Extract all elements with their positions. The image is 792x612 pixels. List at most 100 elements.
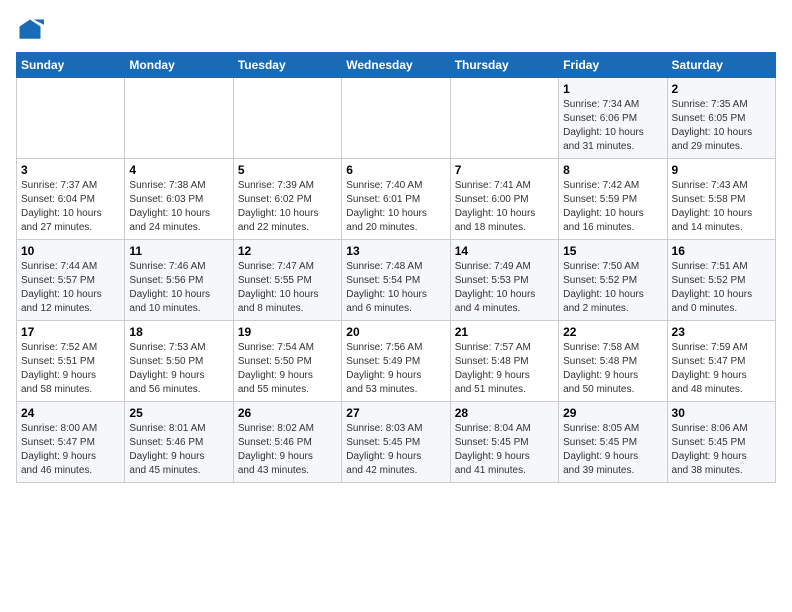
calendar-cell bbox=[342, 78, 450, 159]
day-info: Sunrise: 7:37 AM Sunset: 6:04 PM Dayligh… bbox=[21, 179, 120, 235]
calendar-cell: 5 Sunrise: 7:39 AM Sunset: 6:02 PM Daylig… bbox=[233, 159, 341, 240]
day-number: 29 bbox=[563, 406, 662, 420]
day-number: 3 bbox=[21, 163, 120, 177]
weekday-header-row: SundayMondayTuesdayWednesdayThursdayFrid… bbox=[17, 53, 776, 78]
day-info: Sunrise: 7:43 AM Sunset: 5:58 PM Dayligh… bbox=[672, 179, 771, 235]
calendar-cell: 28Sunrise: 8:04 AM Sunset: 5:45 PM Dayli… bbox=[450, 402, 558, 483]
page-header bbox=[16, 16, 776, 44]
day-number: 7 bbox=[455, 163, 554, 177]
calendar-cell: 6 Sunrise: 7:40 AM Sunset: 6:01 PM Daylig… bbox=[342, 159, 450, 240]
calendar-week-row: 17 Sunrise: 7:52 AM Sunset: 5:51 PM Dayli… bbox=[17, 321, 776, 402]
day-number: 6 bbox=[346, 163, 445, 177]
day-number: 14 bbox=[455, 244, 554, 258]
day-number: 15 bbox=[563, 244, 662, 258]
day-number: 16 bbox=[672, 244, 771, 258]
calendar-cell: 17 Sunrise: 7:52 AM Sunset: 5:51 PM Dayli… bbox=[17, 321, 125, 402]
day-number: 30 bbox=[672, 406, 771, 420]
day-number: 20 bbox=[346, 325, 445, 339]
calendar-week-row: 24Sunrise: 8:00 AM Sunset: 5:47 PM Dayli… bbox=[17, 402, 776, 483]
calendar-cell: 13 Sunrise: 7:48 AM Sunset: 5:54 PM Dayli… bbox=[342, 240, 450, 321]
day-number: 13 bbox=[346, 244, 445, 258]
weekday-header-friday: Friday bbox=[559, 53, 667, 78]
day-info: Sunrise: 8:05 AM Sunset: 5:45 PM Dayligh… bbox=[563, 422, 662, 478]
day-number: 25 bbox=[129, 406, 228, 420]
day-info: Sunrise: 7:56 AM Sunset: 5:49 PM Dayligh… bbox=[346, 341, 445, 397]
calendar-cell: 29 Sunrise: 8:05 AM Sunset: 5:45 PM Dayli… bbox=[559, 402, 667, 483]
day-number: 11 bbox=[129, 244, 228, 258]
weekday-header-saturday: Saturday bbox=[667, 53, 775, 78]
day-number: 19 bbox=[238, 325, 337, 339]
day-info: Sunrise: 7:40 AM Sunset: 6:01 PM Dayligh… bbox=[346, 179, 445, 235]
day-number: 10 bbox=[21, 244, 120, 258]
calendar-week-row: 10 Sunrise: 7:44 AM Sunset: 5:57 PM Dayli… bbox=[17, 240, 776, 321]
weekday-header-tuesday: Tuesday bbox=[233, 53, 341, 78]
weekday-header-wednesday: Wednesday bbox=[342, 53, 450, 78]
weekday-header-monday: Monday bbox=[125, 53, 233, 78]
day-number: 22 bbox=[563, 325, 662, 339]
calendar-cell: 7 Sunrise: 7:41 AM Sunset: 6:00 PM Daylig… bbox=[450, 159, 558, 240]
day-info: Sunrise: 7:53 AM Sunset: 5:50 PM Dayligh… bbox=[129, 341, 228, 397]
day-info: Sunrise: 8:06 AM Sunset: 5:45 PM Dayligh… bbox=[672, 422, 771, 478]
day-number: 23 bbox=[672, 325, 771, 339]
day-number: 24 bbox=[21, 406, 120, 420]
calendar-cell bbox=[233, 78, 341, 159]
day-info: Sunrise: 7:38 AM Sunset: 6:03 PM Dayligh… bbox=[129, 179, 228, 235]
logo-icon bbox=[16, 16, 44, 44]
calendar-body: 1 Sunrise: 7:34 AM Sunset: 6:06 PM Daylig… bbox=[17, 78, 776, 483]
day-info: Sunrise: 7:41 AM Sunset: 6:00 PM Dayligh… bbox=[455, 179, 554, 235]
day-info: Sunrise: 7:35 AM Sunset: 6:05 PM Dayligh… bbox=[672, 98, 771, 154]
calendar-cell: 8 Sunrise: 7:42 AM Sunset: 5:59 PM Daylig… bbox=[559, 159, 667, 240]
calendar-cell: 24Sunrise: 8:00 AM Sunset: 5:47 PM Dayli… bbox=[17, 402, 125, 483]
calendar-header: SundayMondayTuesdayWednesdayThursdayFrid… bbox=[17, 53, 776, 78]
logo bbox=[16, 16, 48, 44]
day-info: Sunrise: 7:49 AM Sunset: 5:53 PM Dayligh… bbox=[455, 260, 554, 316]
calendar-cell: 10 Sunrise: 7:44 AM Sunset: 5:57 PM Dayli… bbox=[17, 240, 125, 321]
calendar-cell: 12Sunrise: 7:47 AM Sunset: 5:55 PM Dayli… bbox=[233, 240, 341, 321]
calendar-week-row: 3 Sunrise: 7:37 AM Sunset: 6:04 PM Daylig… bbox=[17, 159, 776, 240]
day-info: Sunrise: 7:51 AM Sunset: 5:52 PM Dayligh… bbox=[672, 260, 771, 316]
day-info: Sunrise: 7:39 AM Sunset: 6:02 PM Dayligh… bbox=[238, 179, 337, 235]
day-info: Sunrise: 8:04 AM Sunset: 5:45 PM Dayligh… bbox=[455, 422, 554, 478]
day-info: Sunrise: 7:46 AM Sunset: 5:56 PM Dayligh… bbox=[129, 260, 228, 316]
day-info: Sunrise: 7:59 AM Sunset: 5:47 PM Dayligh… bbox=[672, 341, 771, 397]
day-info: Sunrise: 7:52 AM Sunset: 5:51 PM Dayligh… bbox=[21, 341, 120, 397]
day-number: 5 bbox=[238, 163, 337, 177]
calendar-cell: 16 Sunrise: 7:51 AM Sunset: 5:52 PM Dayli… bbox=[667, 240, 775, 321]
day-number: 2 bbox=[672, 82, 771, 96]
day-info: Sunrise: 8:03 AM Sunset: 5:45 PM Dayligh… bbox=[346, 422, 445, 478]
calendar-cell: 2 Sunrise: 7:35 AM Sunset: 6:05 PM Daylig… bbox=[667, 78, 775, 159]
day-number: 8 bbox=[563, 163, 662, 177]
calendar-cell: 22 Sunrise: 7:58 AM Sunset: 5:48 PM Dayli… bbox=[559, 321, 667, 402]
day-info: Sunrise: 7:48 AM Sunset: 5:54 PM Dayligh… bbox=[346, 260, 445, 316]
day-info: Sunrise: 7:58 AM Sunset: 5:48 PM Dayligh… bbox=[563, 341, 662, 397]
calendar-cell: 27 Sunrise: 8:03 AM Sunset: 5:45 PM Dayli… bbox=[342, 402, 450, 483]
calendar-table: SundayMondayTuesdayWednesdayThursdayFrid… bbox=[16, 52, 776, 483]
day-number: 4 bbox=[129, 163, 228, 177]
calendar-cell: 20 Sunrise: 7:56 AM Sunset: 5:49 PM Dayli… bbox=[342, 321, 450, 402]
calendar-cell: 3 Sunrise: 7:37 AM Sunset: 6:04 PM Daylig… bbox=[17, 159, 125, 240]
day-info: Sunrise: 7:57 AM Sunset: 5:48 PM Dayligh… bbox=[455, 341, 554, 397]
calendar-cell: 9 Sunrise: 7:43 AM Sunset: 5:58 PM Daylig… bbox=[667, 159, 775, 240]
day-number: 17 bbox=[21, 325, 120, 339]
calendar-cell: 14 Sunrise: 7:49 AM Sunset: 5:53 PM Dayli… bbox=[450, 240, 558, 321]
calendar-cell: 19Sunrise: 7:54 AM Sunset: 5:50 PM Dayli… bbox=[233, 321, 341, 402]
day-number: 26 bbox=[238, 406, 337, 420]
day-number: 9 bbox=[672, 163, 771, 177]
calendar-cell: 1 Sunrise: 7:34 AM Sunset: 6:06 PM Daylig… bbox=[559, 78, 667, 159]
weekday-header-sunday: Sunday bbox=[17, 53, 125, 78]
calendar-cell: 4 Sunrise: 7:38 AM Sunset: 6:03 PM Daylig… bbox=[125, 159, 233, 240]
day-number: 18 bbox=[129, 325, 228, 339]
calendar-cell: 23 Sunrise: 7:59 AM Sunset: 5:47 PM Dayli… bbox=[667, 321, 775, 402]
day-info: Sunrise: 7:42 AM Sunset: 5:59 PM Dayligh… bbox=[563, 179, 662, 235]
calendar-cell: 18 Sunrise: 7:53 AM Sunset: 5:50 PM Dayli… bbox=[125, 321, 233, 402]
day-number: 27 bbox=[346, 406, 445, 420]
day-info: Sunrise: 7:44 AM Sunset: 5:57 PM Dayligh… bbox=[21, 260, 120, 316]
weekday-header-thursday: Thursday bbox=[450, 53, 558, 78]
calendar-cell bbox=[450, 78, 558, 159]
day-info: Sunrise: 8:01 AM Sunset: 5:46 PM Dayligh… bbox=[129, 422, 228, 478]
day-number: 1 bbox=[563, 82, 662, 96]
day-info: Sunrise: 7:47 AM Sunset: 5:55 PM Dayligh… bbox=[238, 260, 337, 316]
day-info: Sunrise: 7:34 AM Sunset: 6:06 PM Dayligh… bbox=[563, 98, 662, 154]
calendar-cell: 15Sunrise: 7:50 AM Sunset: 5:52 PM Dayli… bbox=[559, 240, 667, 321]
calendar-cell: 25 Sunrise: 8:01 AM Sunset: 5:46 PM Dayli… bbox=[125, 402, 233, 483]
